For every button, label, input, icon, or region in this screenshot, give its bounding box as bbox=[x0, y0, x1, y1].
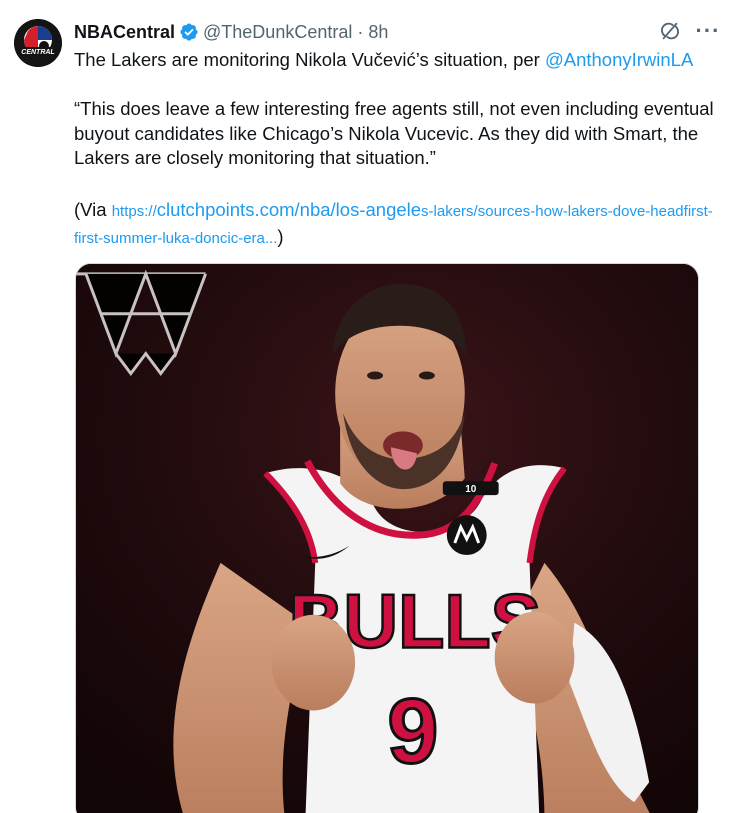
tweet-quote: “This does leave a few interesting free … bbox=[74, 98, 714, 168]
more-icon[interactable]: ··· bbox=[695, 18, 721, 44]
author-name[interactable]: NBACentral bbox=[74, 22, 175, 43]
tweet-via: (Via https://clutchpoints.com/nba/los-an… bbox=[74, 198, 724, 251]
player-photo: 10 BULLS 9 bbox=[76, 264, 698, 813]
link-main: clutchpoints.com/nba/los-angele bbox=[156, 199, 422, 220]
timestamp[interactable]: 8h bbox=[368, 22, 388, 43]
tweet-header: NBACentral @TheDunkCentral · 8h bbox=[74, 20, 388, 44]
author-handle[interactable]: @TheDunkCentral bbox=[203, 22, 352, 43]
left-fist bbox=[271, 614, 356, 711]
avatar[interactable]: CENTRAL bbox=[14, 19, 62, 67]
mention-link[interactable]: @AnthonyIrwinLA bbox=[545, 49, 693, 70]
via-suffix: ) bbox=[277, 225, 284, 247]
tweet-photo[interactable]: 10 BULLS 9 bbox=[75, 263, 699, 813]
separator-dot: · bbox=[357, 21, 364, 42]
tag-number: 10 bbox=[465, 484, 477, 495]
right-fist bbox=[494, 611, 575, 704]
tweet[interactable]: CENTRAL NBACentral @TheDunkCentral · 8h … bbox=[0, 0, 735, 813]
avatar-text: CENTRAL bbox=[21, 49, 54, 56]
sponsor-logo bbox=[446, 515, 487, 555]
link-scheme: https:// bbox=[111, 203, 157, 220]
top-actions: ··· bbox=[657, 18, 721, 44]
verified-badge-icon bbox=[179, 22, 199, 42]
grok-icon[interactable] bbox=[657, 18, 683, 44]
via-prefix: (Via bbox=[74, 199, 112, 220]
article-link[interactable]: https://clutchpoints.com/nba/los-angeles… bbox=[74, 199, 713, 247]
tweet-line-1: The Lakers are monitoring Nikola Vučević… bbox=[74, 48, 724, 73]
jersey-number: 9 bbox=[387, 680, 438, 782]
tweet-text-prefix: The Lakers are monitoring Nikola Vučević… bbox=[74, 49, 545, 70]
nbacentral-logo: CENTRAL bbox=[14, 19, 62, 67]
